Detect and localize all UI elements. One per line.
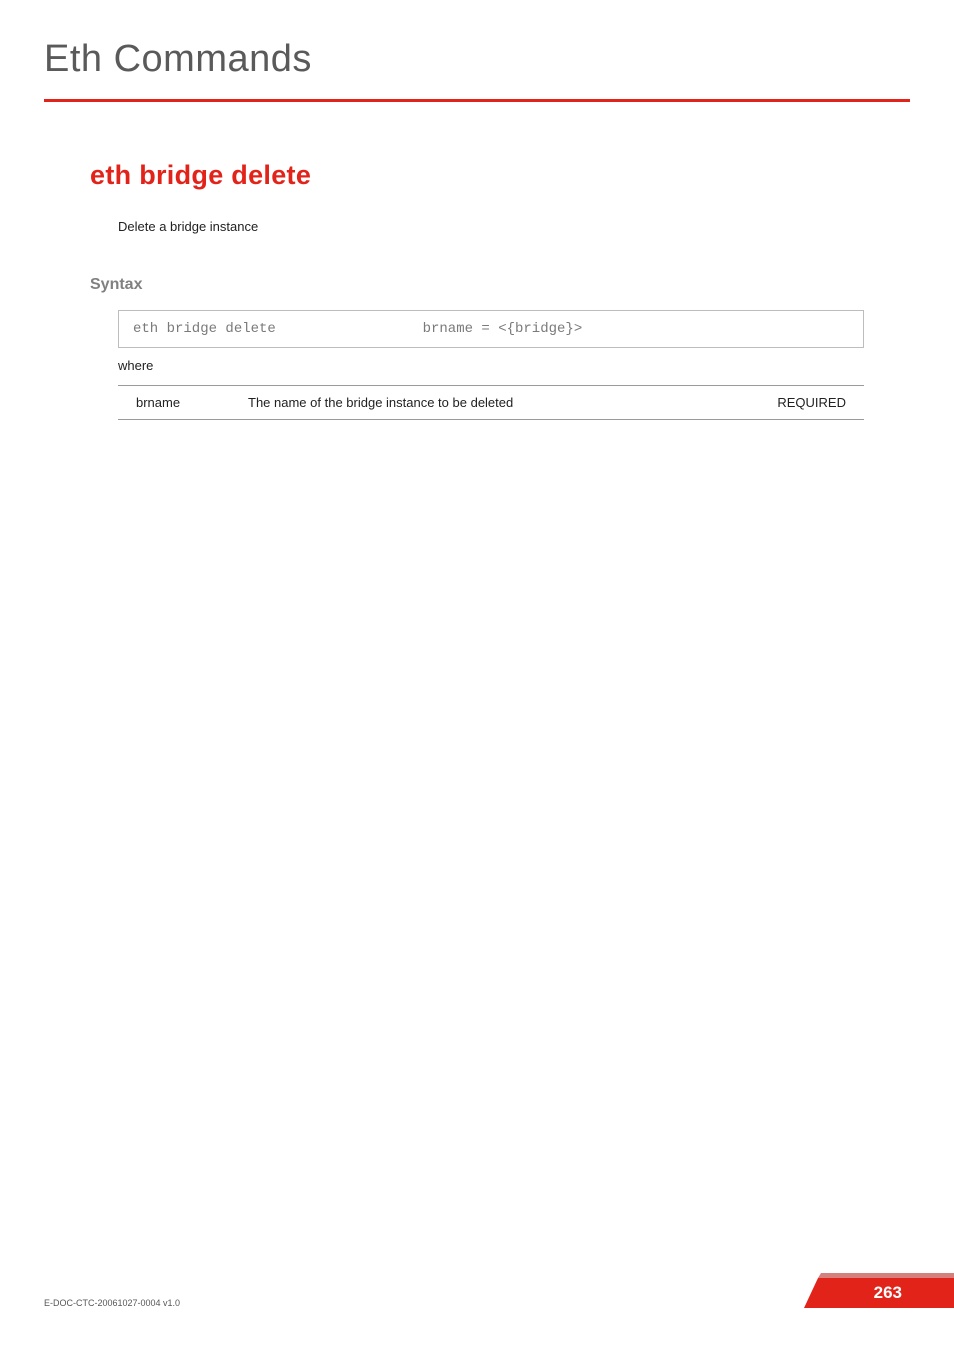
flag-shadow [804, 1273, 954, 1278]
syntax-box: eth bridge delete brname = <{bridge}> [118, 310, 864, 348]
footer: E-DOC-CTC-20061027-0004 v1.0 263 [44, 1278, 954, 1308]
syntax-args: brname = <{bridge}> [276, 321, 849, 337]
page-number: 263 [874, 1283, 902, 1303]
syntax-command: eth bridge delete [133, 321, 276, 337]
section-heading: eth bridge delete [90, 160, 954, 191]
page-title: Eth Commands [0, 0, 954, 81]
where-label: where [118, 358, 954, 373]
title-rule [44, 99, 910, 102]
doc-reference: E-DOC-CTC-20061027-0004 v1.0 [44, 1298, 180, 1308]
param-required: REQUIRED [754, 395, 864, 410]
section-description: Delete a bridge instance [118, 219, 954, 234]
syntax-label: Syntax [90, 276, 954, 294]
param-row: brname The name of the bridge instance t… [118, 385, 864, 420]
page-number-flag: 263 [804, 1278, 954, 1308]
param-name: brname [118, 395, 248, 410]
param-description: The name of the bridge instance to be de… [248, 395, 754, 410]
param-table: brname The name of the bridge instance t… [118, 385, 864, 420]
